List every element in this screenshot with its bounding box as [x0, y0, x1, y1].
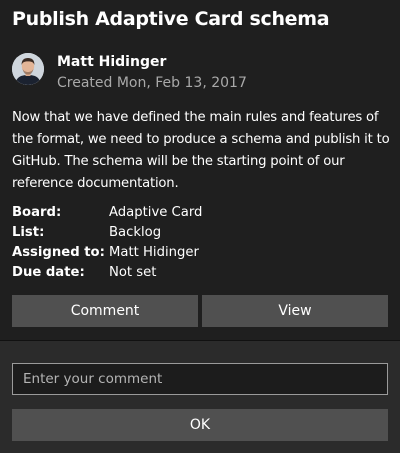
fact-value: Adaptive Card — [109, 205, 203, 220]
avatar — [12, 53, 44, 85]
fact-row-assigned: Assigned to: Matt Hidinger — [12, 243, 202, 263]
adaptive-card: Publish Adaptive Card schema Matt Hiding… — [0, 0, 400, 453]
fact-title: List: — [12, 225, 45, 240]
fact-row-board: Board: Adaptive Card — [12, 203, 202, 223]
fact-title: Assigned to: — [12, 245, 105, 260]
fact-title: Board: — [12, 205, 62, 220]
fact-value: Matt Hidinger — [109, 245, 199, 260]
card-title: Publish Adaptive Card schema — [12, 8, 330, 30]
ok-button[interactable]: OK — [12, 409, 388, 441]
comment-input[interactable] — [12, 363, 388, 395]
fact-row-due-date: Due date: Not set — [12, 263, 202, 283]
fact-value: Not set — [109, 265, 157, 280]
author-name: Matt Hidinger — [57, 54, 167, 70]
comment-button[interactable]: Comment — [12, 295, 198, 327]
view-button[interactable]: View — [202, 295, 388, 327]
fact-set: Board: Adaptive Card List: Backlog Assigne… — [12, 203, 202, 283]
fact-row-list: List: Backlog — [12, 223, 202, 243]
created-date: Created Mon, Feb 13, 2017 — [57, 75, 247, 91]
fact-value: Backlog — [109, 225, 162, 240]
fact-title: Due date: — [12, 265, 85, 280]
card-body: Publish Adaptive Card schema Matt Hiding… — [0, 0, 400, 340]
person-avatar-icon — [12, 53, 44, 85]
card-description: Now that we have defined the main rules … — [12, 110, 390, 191]
